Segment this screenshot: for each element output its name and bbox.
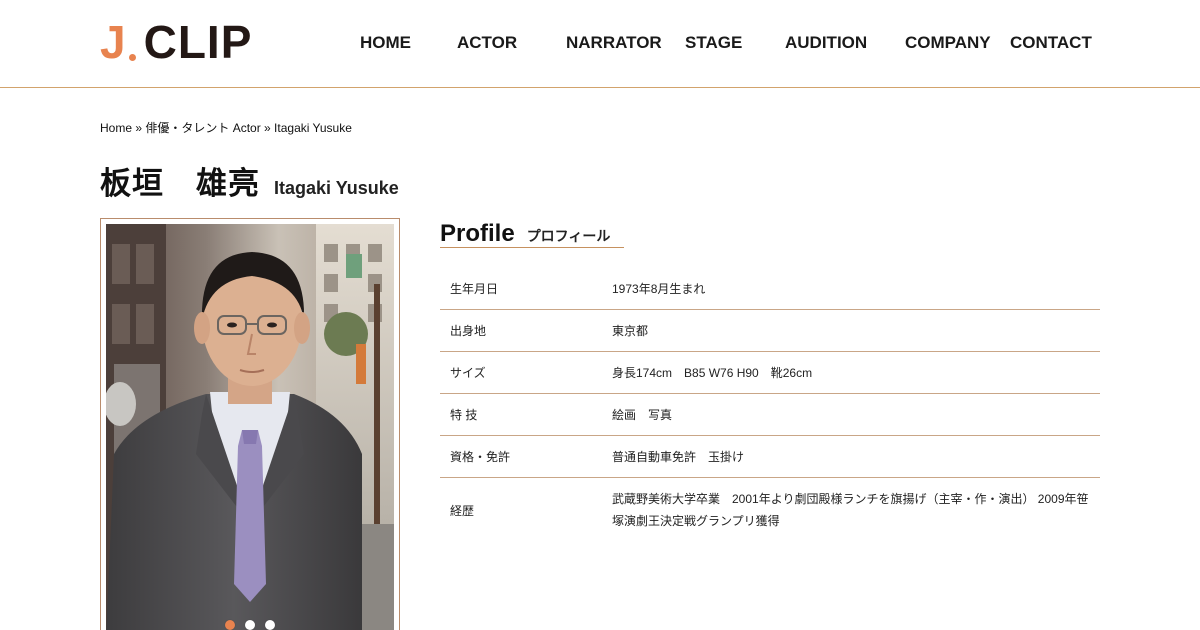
profile-row-skills: 特 技 絵画 写真 [440, 394, 1100, 436]
profile-row-licenses: 資格・免許 普通自動車免許 玉掛け [440, 436, 1100, 478]
nav-stage[interactable]: STAGE [685, 33, 742, 53]
breadcrumb-separator: » [132, 121, 146, 135]
breadcrumb-separator: » [260, 121, 275, 135]
profile-photo-image [106, 224, 394, 630]
nav-audition[interactable]: AUDITION [785, 33, 867, 53]
breadcrumb-home-link[interactable]: Home [100, 121, 132, 135]
profile-row-size: サイズ 身長174cm B85 W76 H90 靴26cm [440, 352, 1100, 394]
profile-table: 生年月日 1973年8月生まれ 出身地 東京都 サイズ 身長174cm B85 … [440, 268, 1100, 542]
breadcrumb-category-link[interactable]: 俳優・タレント Actor [145, 121, 260, 135]
slider-dot-3[interactable] [265, 620, 275, 630]
profile-row-hometown: 出身地 東京都 [440, 310, 1100, 352]
profile-heading-english: Profile [440, 220, 515, 247]
slider-dot-1[interactable] [225, 620, 235, 630]
nav-contact[interactable]: CONTACT [1010, 33, 1092, 53]
slider-dots [106, 620, 394, 630]
logo-dot [128, 54, 136, 61]
profile-label: 生年月日 [450, 282, 499, 296]
site-header: J CLIP HOME ACTOR NARRATOR STAGE AUDITIO… [0, 0, 1200, 88]
profile-heading: Profile プロフィール [440, 220, 624, 248]
main-nav: HOME ACTOR NARRATOR STAGE AUDITION COMPA… [0, 33, 1200, 53]
breadcrumb: Home » 俳優・タレント Actor » Itagaki Yusuke [100, 120, 352, 136]
profile-row-birth: 生年月日 1973年8月生まれ [440, 268, 1100, 310]
profile-row-career: 経歴 武蔵野美術大学卒業 2001年より劇団殿様ランチを旗揚げ（主宰・作・演出）… [440, 478, 1100, 542]
profile-heading-japanese: プロフィール [526, 228, 611, 244]
title-name-english: Itagaki Yusuke [274, 178, 399, 198]
profile-label: 経歴 [450, 503, 475, 518]
nav-company[interactable]: COMPANY [905, 33, 991, 53]
page-title: 板垣 雄亮 Itagaki Yusuke [100, 158, 399, 203]
profile-value: 武蔵野美術大学卒業 2001年より劇団殿様ランチを旗揚げ（主宰・作・演出） 20… [612, 492, 1089, 528]
profile-label: 出身地 [450, 324, 487, 338]
profile-label: サイズ [450, 366, 486, 380]
title-name-japanese: 板垣 雄亮 [100, 166, 260, 201]
nav-actor[interactable]: ACTOR [457, 33, 517, 53]
profile-value: 身長174cm B85 W76 H90 靴26cm [612, 365, 813, 380]
photo-slider [100, 218, 400, 630]
profile-value: 東京都 [612, 323, 649, 338]
nav-home[interactable]: HOME [360, 33, 411, 53]
profile-value: 1973年8月生まれ [612, 281, 706, 296]
profile-label: 特 技 [450, 408, 478, 422]
nav-narrator[interactable]: NARRATOR [566, 33, 662, 53]
profile-value: 絵画 写真 [612, 407, 673, 422]
profile-label: 資格・免許 [450, 450, 511, 464]
slider-dot-2[interactable] [245, 620, 255, 630]
profile-photo [106, 224, 394, 630]
breadcrumb-current: Itagaki Yusuke [274, 121, 352, 135]
profile-value: 普通自動車免許 玉掛け [612, 449, 745, 464]
